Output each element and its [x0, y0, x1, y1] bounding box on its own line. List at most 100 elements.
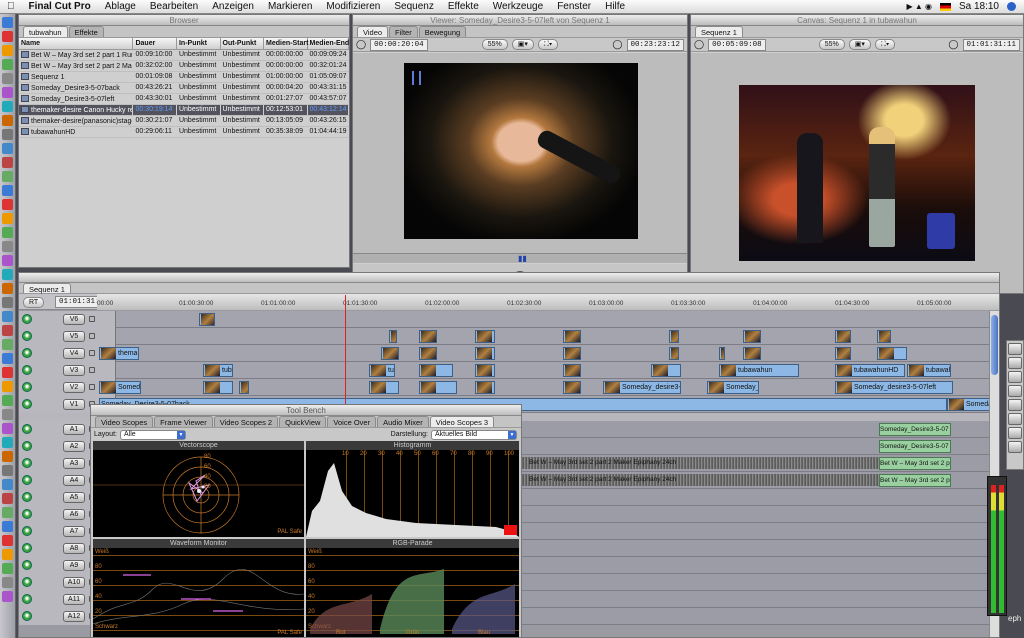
tool-bench-tab[interactable]: Video Scopes 3: [429, 416, 495, 427]
track-visibility-icon[interactable]: ◉: [22, 331, 32, 341]
browser-row[interactable]: Someday_Desire3-5-07left 00:43:30:01 Unbes…: [19, 93, 349, 105]
video-clip[interactable]: tub: [203, 364, 233, 377]
track-name[interactable]: A1: [63, 424, 85, 435]
video-clip[interactable]: tubawahunHD: [835, 364, 905, 377]
browser-row[interactable]: themaker-desire(panasonic)stage4- 00:30:2…: [19, 115, 349, 127]
dock-app-icon[interactable]: [2, 255, 13, 266]
video-clip[interactable]: [239, 381, 249, 394]
tab-video[interactable]: Video: [357, 26, 389, 37]
track-name[interactable]: V2: [63, 382, 85, 393]
video-clip[interactable]: [381, 347, 399, 360]
video-clip[interactable]: [651, 364, 681, 377]
dock-app-icon[interactable]: [2, 367, 13, 378]
video-clip[interactable]: [669, 330, 679, 343]
dock-app-icon[interactable]: [2, 269, 13, 280]
tab-tubwahun[interactable]: tubwahun: [23, 26, 68, 37]
crop-tool-icon[interactable]: [1008, 441, 1022, 453]
app-menu[interactable]: Final Cut Pro: [22, 1, 98, 12]
audio-clip[interactable]: Bet W – May 3rd set 2 part 2 Maker Epiph…: [529, 457, 879, 470]
dock-app-icon[interactable]: [2, 563, 13, 574]
menu-hilfe[interactable]: Hilfe: [598, 1, 632, 12]
column-header[interactable]: Medien-Ende: [307, 38, 349, 50]
track-name[interactable]: A10: [63, 577, 85, 588]
viewer-clock-icon[interactable]: ◯: [612, 39, 622, 50]
video-clip[interactable]: [199, 313, 215, 326]
dock-app-icon[interactable]: [2, 549, 13, 560]
dock-app-icon[interactable]: [2, 353, 13, 364]
track-audible-icon[interactable]: ◉: [22, 475, 32, 485]
track-audible-icon[interactable]: ◉: [22, 424, 32, 434]
lock-icon[interactable]: [89, 316, 95, 322]
lock-icon[interactable]: [89, 333, 95, 339]
column-header[interactable]: Out-Punkt: [220, 38, 265, 50]
browser-row[interactable]: Sequenz 1 00:01:09:08 Unbestimmt Unbestimmt…: [19, 71, 349, 83]
track-visibility-icon[interactable]: ◉: [22, 314, 32, 324]
dock-app-icon[interactable]: [2, 227, 13, 238]
track-audible-icon[interactable]: ◉: [22, 441, 32, 451]
viewer-position[interactable]: 00:23:23:12: [626, 38, 685, 51]
blade-tool-icon[interactable]: [1008, 371, 1022, 383]
track-name[interactable]: A11: [63, 594, 85, 605]
video-clip[interactable]: [563, 364, 581, 377]
video-clip[interactable]: tubawahun: [719, 364, 799, 377]
video-clip[interactable]: [719, 347, 725, 360]
dock-app-icon[interactable]: [2, 45, 13, 56]
tool-bench-tab[interactable]: Video Scopes 2: [213, 416, 279, 427]
canvas-clock-icon[interactable]: ◯: [948, 39, 958, 50]
video-clip[interactable]: [563, 330, 581, 343]
dock-app-icon[interactable]: [2, 283, 13, 294]
track-name[interactable]: V3: [63, 365, 85, 376]
browser-row[interactable]: Bet W – May 3rd set 2 part 1 Runaro00:09…: [19, 49, 349, 61]
track-audible-icon[interactable]: ◉: [22, 594, 32, 604]
track-name[interactable]: A5: [63, 492, 85, 503]
zoom-tool-icon[interactable]: [1008, 413, 1022, 425]
video-clip[interactable]: [369, 381, 399, 394]
video-clip[interactable]: [563, 381, 581, 394]
menu-ablage[interactable]: Ablage: [98, 1, 143, 12]
menu-werkzeuge[interactable]: Werkzeuge: [486, 1, 550, 12]
hand-tool-icon[interactable]: [1008, 427, 1022, 439]
arrow-tool-icon[interactable]: [1008, 343, 1022, 355]
track-visibility-icon[interactable]: ◉: [22, 365, 32, 375]
select-tool-icon[interactable]: [1008, 357, 1022, 369]
dock-app-icon[interactable]: [2, 73, 13, 84]
lock-icon[interactable]: [89, 384, 95, 390]
column-header[interactable]: Dauer: [132, 38, 177, 50]
audio-clip[interactable]: Bet W – May 3rd set 2 part: [879, 474, 951, 487]
dock-app-icon[interactable]: [2, 521, 13, 532]
video-clip[interactable]: [563, 347, 581, 360]
tab-filter[interactable]: Filter: [389, 26, 418, 37]
track-name[interactable]: V4: [63, 348, 85, 359]
dock-app-icon[interactable]: [2, 423, 13, 434]
video-clip[interactable]: the: [475, 330, 495, 343]
track-name[interactable]: A12: [63, 611, 85, 622]
dock-app-icon[interactable]: [2, 535, 13, 546]
dock-app-icon[interactable]: [2, 395, 13, 406]
audio-clip[interactable]: Someday_Desire3-5-07: [879, 440, 951, 453]
viewer-view-menu[interactable]: ▣▾: [511, 39, 534, 50]
video-clip[interactable]: tu: [369, 364, 395, 377]
dock-app-icon[interactable]: [2, 479, 13, 490]
track-audible-icon[interactable]: ◉: [22, 560, 32, 570]
browser-row[interactable]: Bet W – May 3rd set 2 part 2 Maker 00:32:…: [19, 60, 349, 72]
column-header[interactable]: In-Punkt: [176, 38, 221, 50]
track-audible-icon[interactable]: ◉: [22, 492, 32, 502]
track-name[interactable]: A3: [63, 458, 85, 469]
spotlight-icon[interactable]: [1007, 2, 1016, 11]
display-select[interactable]: Aktuelles Bild ▼: [431, 429, 517, 440]
video-clip[interactable]: tubawahunHD: [907, 364, 951, 377]
track-name[interactable]: A8: [63, 543, 85, 554]
layout-select[interactable]: Alle ▼: [119, 429, 186, 440]
menu-markieren[interactable]: Markieren: [261, 1, 319, 12]
menu-fenster[interactable]: Fenster: [550, 1, 598, 12]
video-clip[interactable]: [475, 381, 495, 394]
dock-app-icon[interactable]: [2, 87, 13, 98]
dock-app-icon[interactable]: [2, 241, 13, 252]
canvas-zoom[interactable]: 55%: [818, 39, 845, 50]
dock-app-icon[interactable]: [2, 437, 13, 448]
browser-row[interactable]: tubawahunHD 00:29:06:11 Unbestimmt Unbestim…: [19, 126, 349, 138]
menu-anzeigen[interactable]: Anzeigen: [205, 1, 261, 12]
video-clip[interactable]: [475, 364, 495, 377]
track-audible-icon[interactable]: ◉: [22, 543, 32, 553]
track-audible-icon[interactable]: ◉: [22, 577, 32, 587]
